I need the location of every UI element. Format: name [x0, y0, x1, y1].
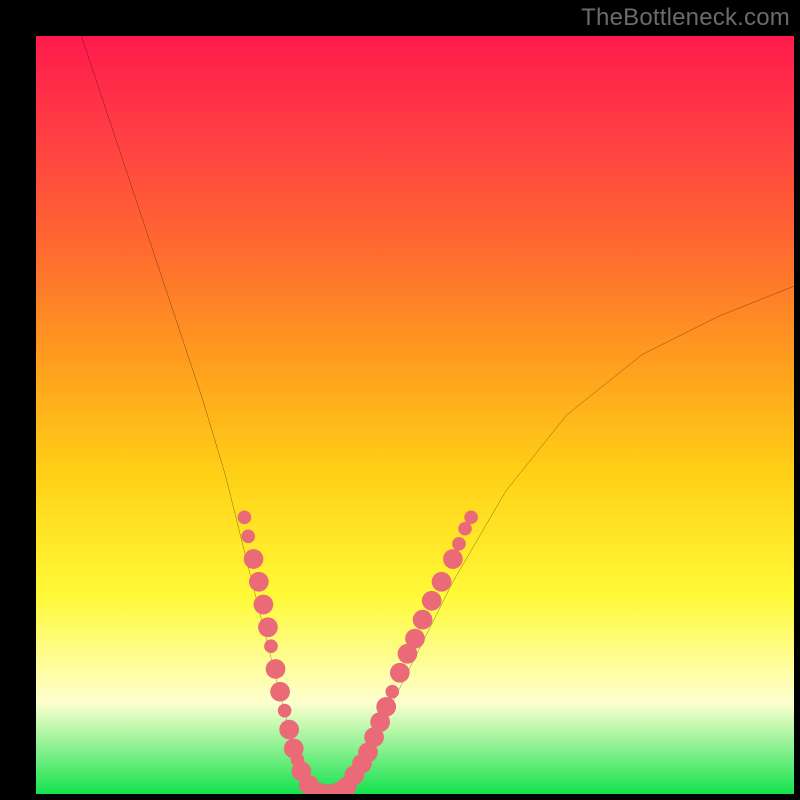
- plot-area: [36, 36, 794, 794]
- curve-marker: [432, 572, 452, 592]
- curve-marker: [390, 663, 410, 683]
- curve-marker: [376, 697, 396, 717]
- curve-marker: [413, 610, 433, 630]
- curve-marker: [443, 549, 463, 569]
- watermark-text: TheBottleneck.com: [581, 4, 790, 32]
- curve-marker: [405, 629, 425, 649]
- chart-frame: TheBottleneck.com: [0, 0, 800, 800]
- curve-marker: [464, 511, 478, 525]
- chart-svg: [36, 36, 794, 794]
- curve-marker: [385, 685, 399, 699]
- curve-marker: [278, 704, 292, 718]
- bottleneck-curve: [81, 36, 794, 794]
- curve-markers: [238, 511, 478, 794]
- curve-marker: [422, 591, 442, 611]
- curve-marker: [279, 720, 299, 740]
- curve-marker: [270, 682, 290, 702]
- curve-marker: [254, 595, 274, 615]
- curve-marker: [241, 529, 255, 543]
- curve-marker: [264, 639, 278, 653]
- curve-marker: [452, 537, 466, 551]
- curve-marker: [244, 549, 264, 569]
- curve-marker: [266, 659, 286, 679]
- curve-marker: [258, 617, 278, 637]
- curve-marker: [249, 572, 269, 592]
- curve-marker: [238, 511, 252, 525]
